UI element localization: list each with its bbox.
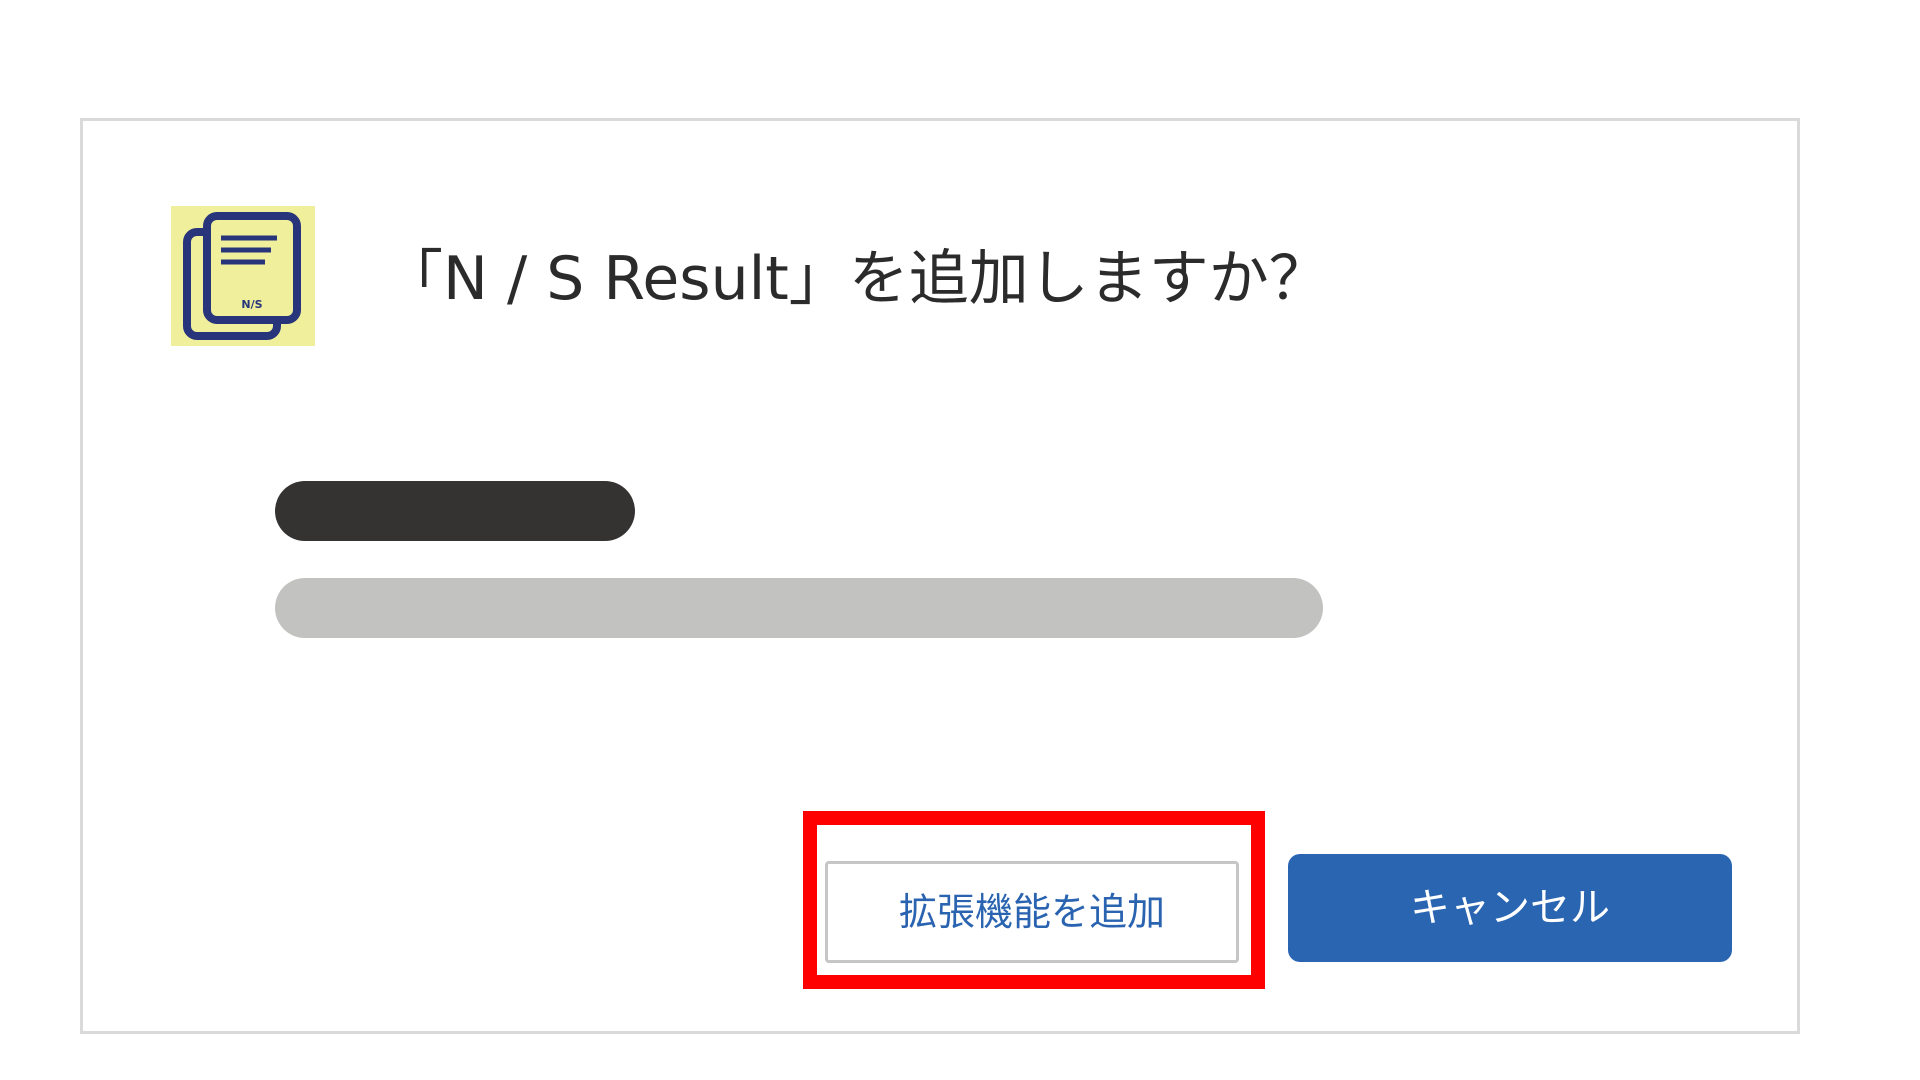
extension-icon: N/S [171, 206, 315, 346]
cancel-button[interactable]: キャンセル [1288, 854, 1732, 962]
redacted-extension-name [275, 481, 635, 541]
icon-label: N/S [241, 298, 262, 311]
dialog-title: 「N / S Result」を追加しますか？ [383, 244, 1329, 314]
redacted-extension-description [275, 578, 1323, 638]
add-extension-button[interactable]: 拡張機能を追加 [825, 861, 1239, 963]
document-stack-icon: N/S [183, 212, 301, 340]
add-extension-dialog: N/S 「N / S Result」を追加しますか？ 拡張機能を追加 キャンセル [80, 118, 1800, 1034]
